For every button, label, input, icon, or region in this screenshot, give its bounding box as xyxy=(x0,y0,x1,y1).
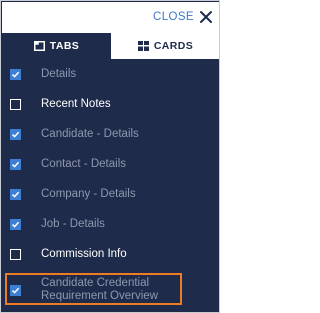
card-option-label: Recent Notes xyxy=(41,97,111,110)
card-list: Details Recent Notes Candidate - Details… xyxy=(1,59,219,307)
cards-grid-icon xyxy=(137,41,149,51)
checkbox-checked[interactable] xyxy=(10,158,21,170)
card-option-details[interactable]: Details xyxy=(1,59,219,89)
checkbox-checked[interactable] xyxy=(10,284,21,296)
check-icon xyxy=(11,71,20,78)
tab-tabs-label: TABS xyxy=(49,40,80,52)
card-option-contact-details[interactable]: Contact - Details xyxy=(1,149,219,179)
tab-window-icon xyxy=(33,41,45,51)
checkbox-checked[interactable] xyxy=(10,218,21,230)
tab-cards[interactable]: CARDS xyxy=(111,33,219,59)
panel-header: CLOSE xyxy=(2,2,219,33)
view-tabs: TABS CARDS xyxy=(2,33,219,59)
close-button[interactable]: CLOSE xyxy=(153,10,213,24)
card-option-label: Commission Info xyxy=(41,247,127,260)
tab-cards-label: CARDS xyxy=(153,40,194,52)
card-option-job-details[interactable]: Job - Details xyxy=(1,209,219,239)
check-icon xyxy=(11,191,20,198)
card-option-company-details[interactable]: Company - Details xyxy=(1,179,219,209)
check-icon xyxy=(11,161,20,168)
check-icon xyxy=(11,131,20,138)
card-option-label: Contact - Details xyxy=(41,157,127,170)
checkbox-checked[interactable] xyxy=(10,188,21,200)
card-option-label: Details xyxy=(41,67,77,80)
checkbox-checked[interactable] xyxy=(10,68,21,80)
checkbox-unchecked[interactable] xyxy=(10,248,21,260)
check-icon xyxy=(11,287,20,294)
close-icon xyxy=(200,11,212,23)
checkbox-checked[interactable] xyxy=(10,128,21,140)
card-option-candidate-details[interactable]: Candidate - Details xyxy=(1,119,219,149)
tab-tabs[interactable]: TABS xyxy=(2,33,111,59)
checkbox-unchecked[interactable] xyxy=(10,98,21,110)
card-option-recent-notes[interactable]: Recent Notes xyxy=(1,89,219,119)
card-option-label: Candidate Credential Requirement Overvie… xyxy=(41,277,158,302)
card-settings-panel: CLOSE TABS CARDS Details Recent Notes Ca… xyxy=(0,0,220,313)
card-option-label: Company - Details xyxy=(41,187,136,200)
close-label: CLOSE xyxy=(153,11,194,23)
card-option-label: Job - Details xyxy=(41,217,105,230)
card-option-commission-info[interactable]: Commission Info xyxy=(1,239,219,269)
card-option-candidate-credential-requirement-overview[interactable]: Candidate Credential Requirement Overvie… xyxy=(1,273,219,307)
card-option-label: Candidate - Details xyxy=(41,127,139,140)
check-icon xyxy=(11,221,20,228)
